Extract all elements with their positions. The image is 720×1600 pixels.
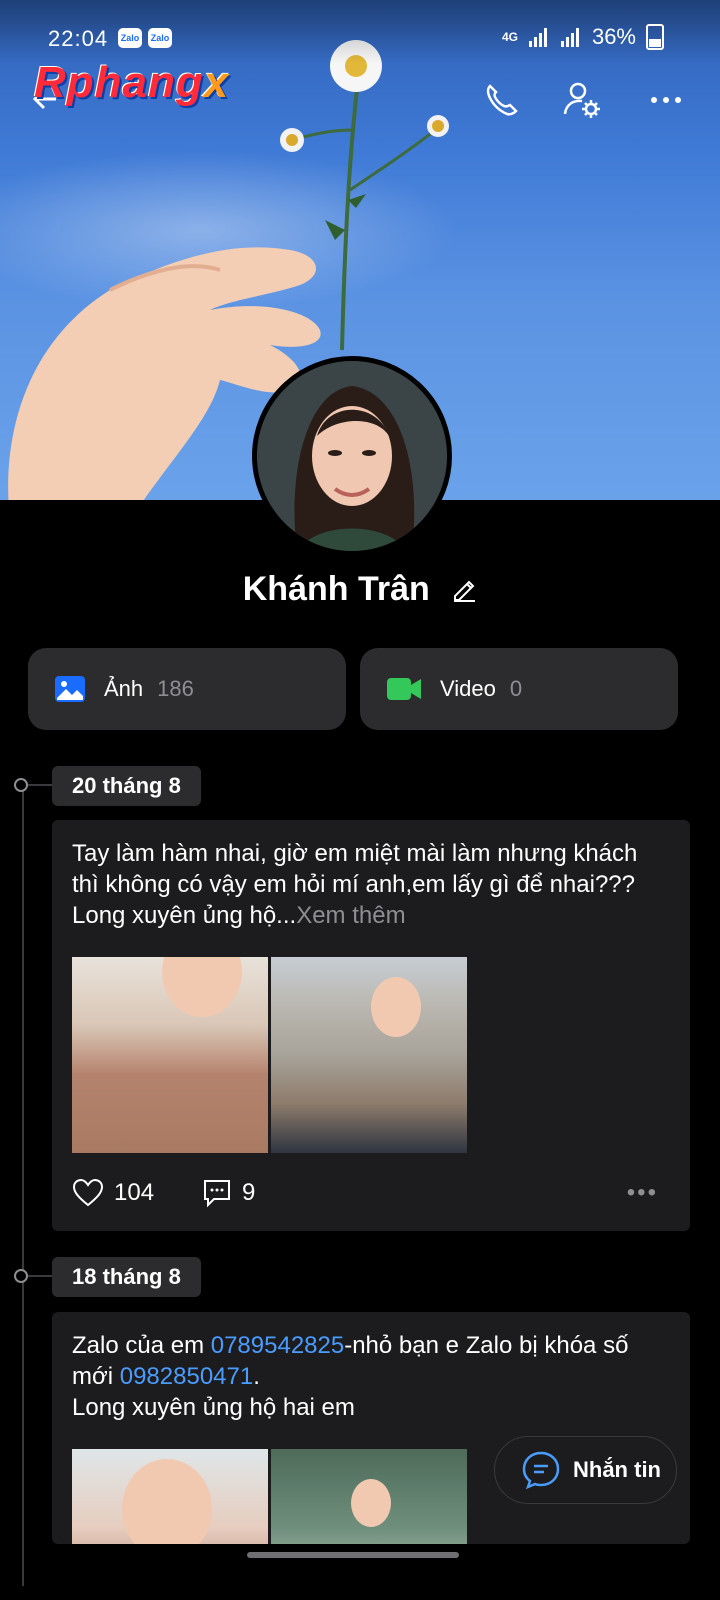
post-actions: 104 9 ••• xyxy=(72,1173,670,1213)
status-bar: 22:04 Zalo Zalo 4G 36% xyxy=(0,0,720,64)
comment-count: 9 xyxy=(242,1179,256,1206)
videos-count: 0 xyxy=(509,676,523,701)
profile-name: Khánh Trân xyxy=(242,570,430,608)
post-card[interactable]: Tay làm hàm nhai, giờ em miệt mài làm nh… xyxy=(52,820,690,1231)
chat-bubble-icon xyxy=(522,1451,560,1490)
message-button[interactable]: Nhắn tin xyxy=(494,1436,677,1504)
like-heart-icon[interactable] xyxy=(72,1177,104,1209)
battery-percent: 36% xyxy=(591,24,636,49)
zalo-notification-icon: Zalo xyxy=(118,28,142,48)
post-photo[interactable] xyxy=(271,957,467,1153)
timeline-connector xyxy=(28,1275,52,1277)
post-body: . xyxy=(253,1363,260,1390)
status-time: 22:04 xyxy=(48,26,109,51)
watermark-accent: x xyxy=(203,58,230,107)
post-photo[interactable] xyxy=(72,957,268,1153)
comment-icon[interactable] xyxy=(202,1178,232,1208)
edit-pencil-icon[interactable] xyxy=(451,576,477,602)
home-indicator[interactable] xyxy=(247,1552,459,1558)
post-photo[interactable] xyxy=(72,1449,268,1544)
post-body: Zalo của em xyxy=(72,1332,211,1359)
profile-settings-icon[interactable] xyxy=(562,80,602,120)
timeline-dot xyxy=(14,778,28,792)
signal-icon xyxy=(560,28,579,47)
photo-face xyxy=(371,977,421,1037)
photos-button[interactable]: Ảnh 186 xyxy=(28,648,346,730)
photo-gallery-icon xyxy=(55,676,85,702)
phone-link[interactable]: 0982850471 xyxy=(120,1363,253,1390)
battery-icon xyxy=(646,24,664,50)
see-more-link[interactable]: Xem thêm xyxy=(296,902,405,929)
photos-count: 186 xyxy=(157,676,194,701)
like-count: 104 xyxy=(114,1179,155,1206)
post-body: Long xuyên ủng hộ hai em xyxy=(72,1394,355,1421)
post-date: 20 tháng 8 xyxy=(52,766,201,806)
watermark-logo: Rphangx xyxy=(34,58,229,108)
post-card[interactable]: Zalo của em 0789542825-nhỏ bạn e Zalo bị… xyxy=(52,1312,690,1544)
network-type: 4G xyxy=(501,30,518,44)
timeline-dot xyxy=(14,1269,28,1283)
post-date: 18 tháng 8 xyxy=(52,1257,201,1297)
zalo-notification-icon: Zalo xyxy=(148,28,172,48)
timeline-line xyxy=(22,786,24,1586)
avatar-portrait xyxy=(257,361,447,551)
post-more-icon[interactable]: ••• xyxy=(627,1179,658,1207)
signal-icon xyxy=(528,28,547,47)
post-images xyxy=(72,957,670,1153)
video-camera-icon xyxy=(387,678,421,700)
watermark-main: Rphang xyxy=(34,58,204,107)
photo-face xyxy=(351,1479,391,1527)
more-options-icon[interactable] xyxy=(646,80,686,120)
photo-face xyxy=(162,957,242,1017)
timeline-connector xyxy=(28,784,52,786)
post-text: Zalo của em 0789542825-nhỏ bạn e Zalo bị… xyxy=(72,1330,670,1423)
phone-icon[interactable] xyxy=(482,80,522,120)
post-photo[interactable] xyxy=(271,1449,467,1544)
post-text: Tay làm hàm nhai, giờ em miệt mài làm nh… xyxy=(72,838,670,931)
message-label: Nhắn tin xyxy=(573,1457,661,1482)
phone-link[interactable]: 0789542825 xyxy=(211,1332,344,1359)
photos-label: Ảnh xyxy=(104,676,144,701)
videos-label: Video xyxy=(440,676,496,701)
profile-name-row: Khánh Trân xyxy=(0,570,720,609)
profile-avatar[interactable] xyxy=(252,356,452,556)
photo-face xyxy=(122,1459,212,1544)
videos-button[interactable]: Video 0 xyxy=(360,648,678,730)
